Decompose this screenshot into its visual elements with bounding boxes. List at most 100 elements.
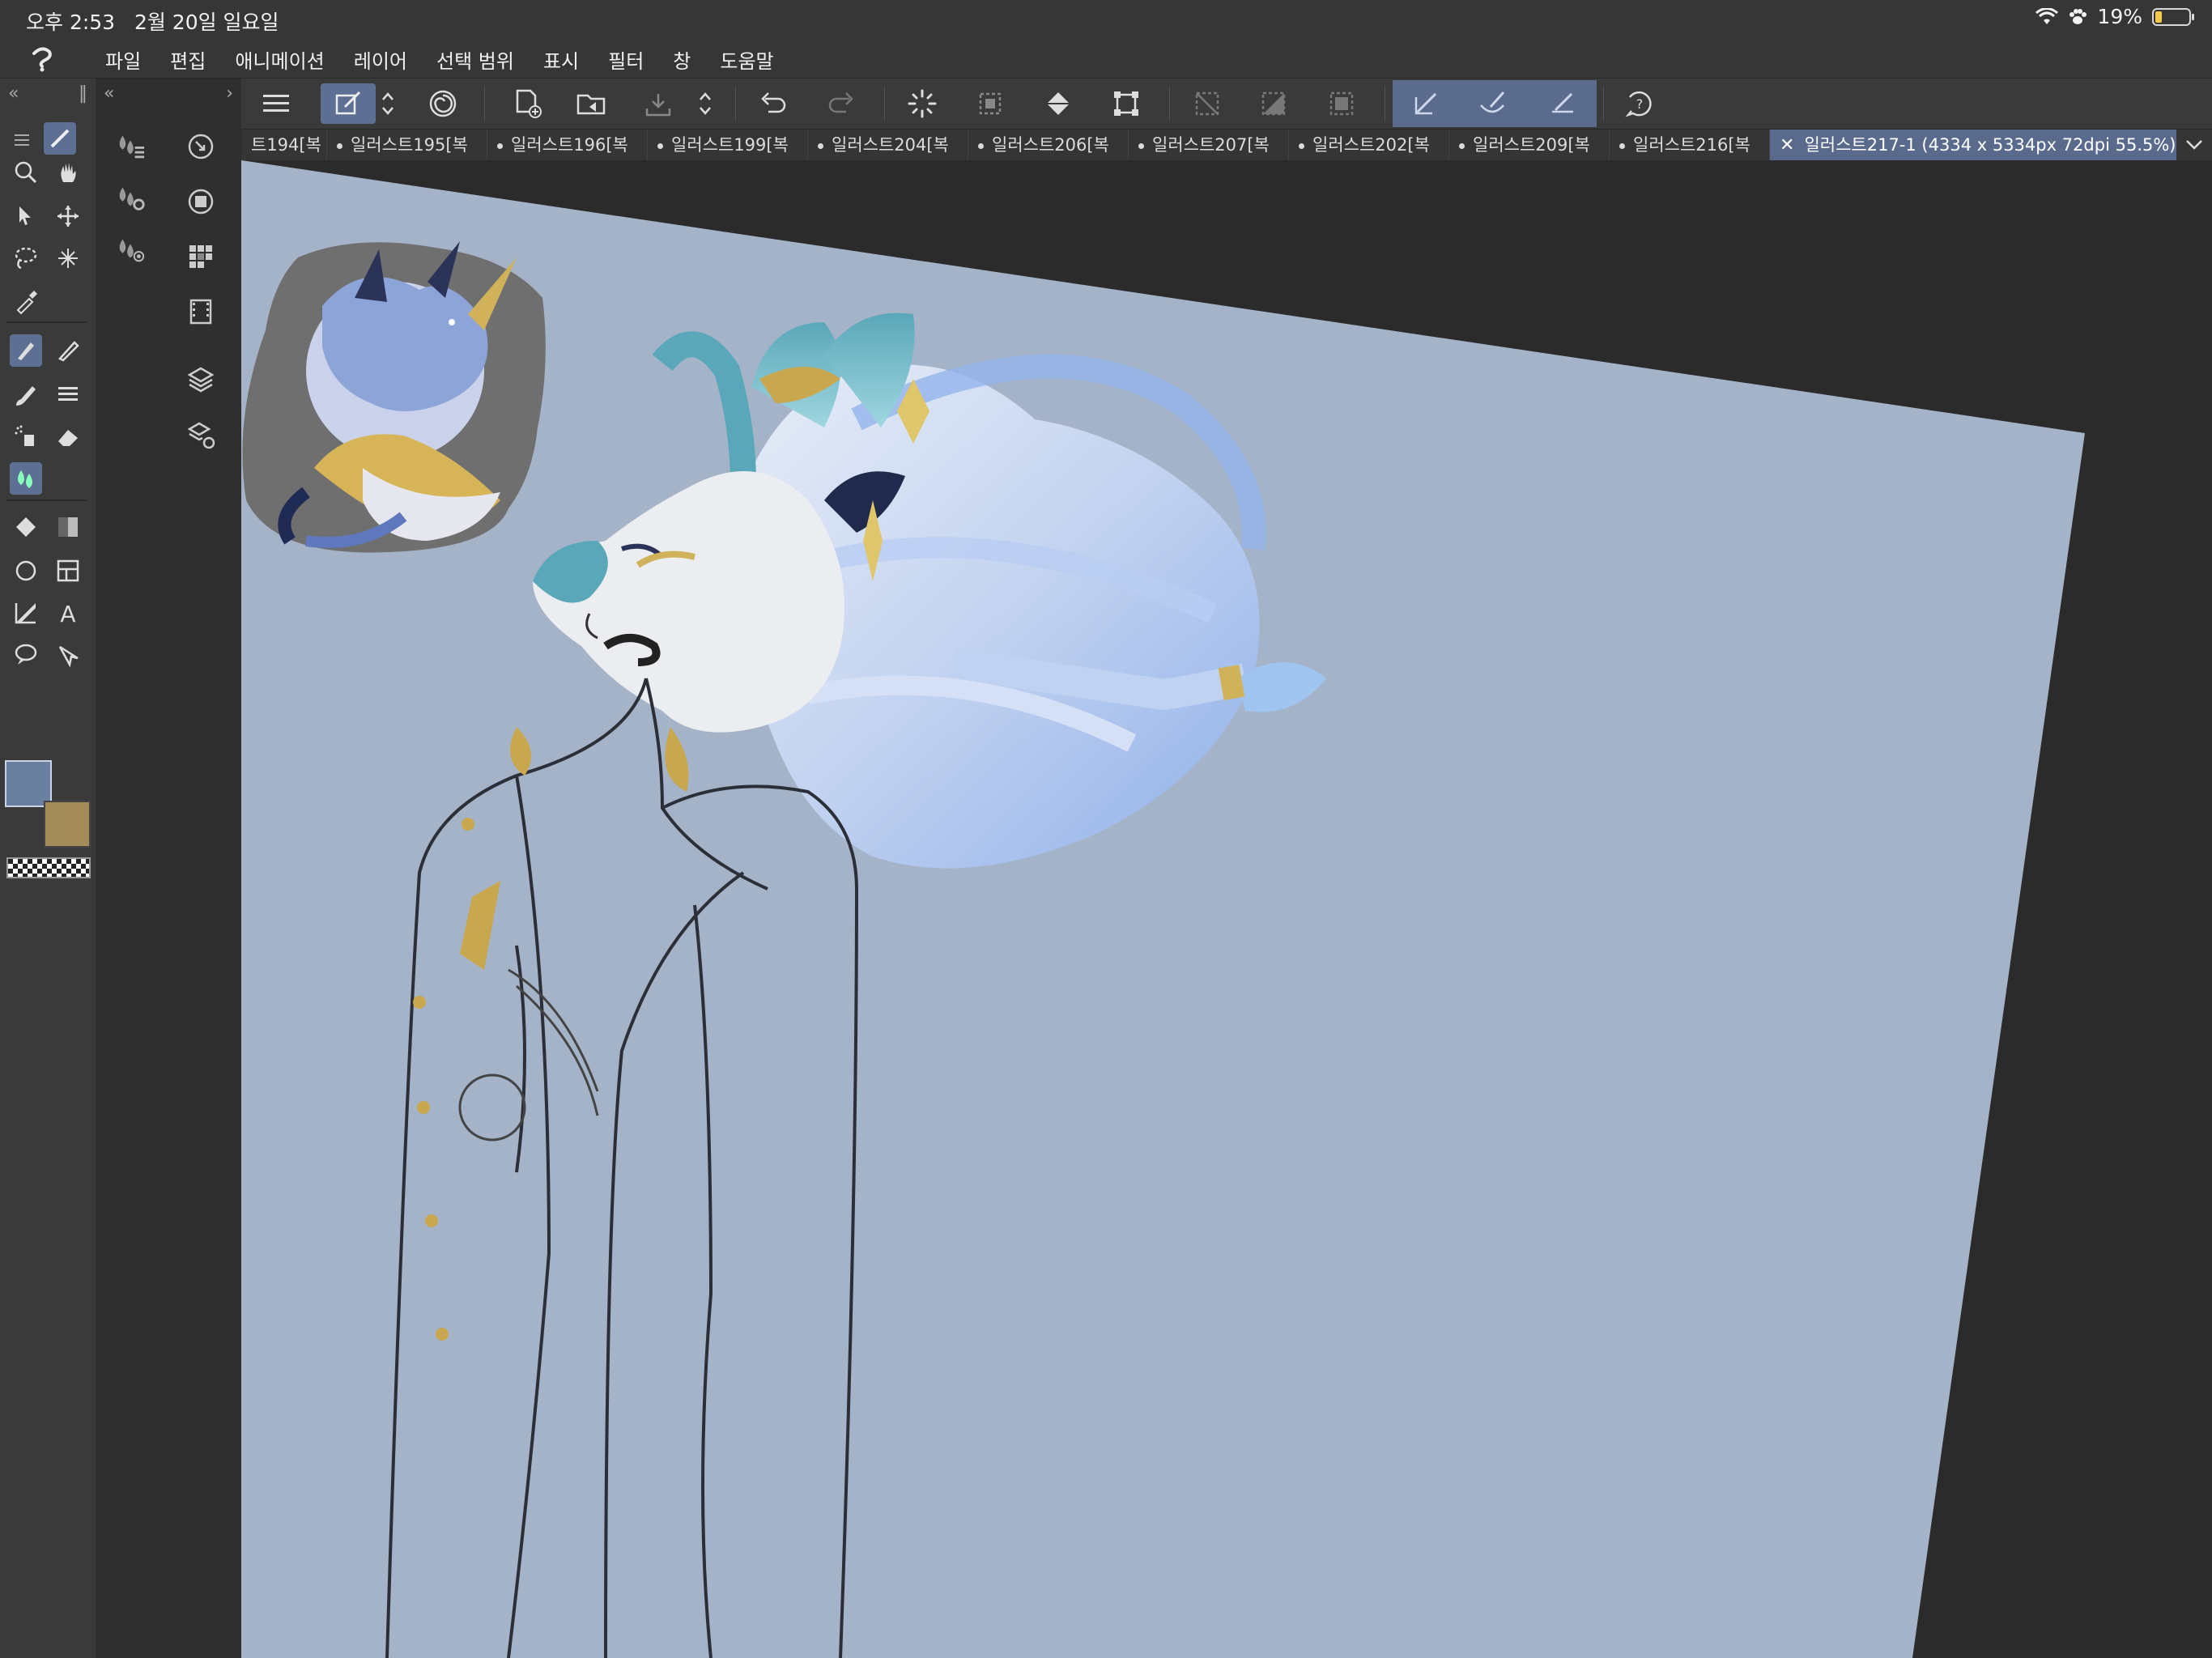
tool-move-layer-icon[interactable] (52, 200, 84, 232)
tool-lasso-select-icon[interactable] (10, 242, 42, 274)
document-tab[interactable]: 일러스트206[복 (968, 130, 1129, 160)
menu-list-icon[interactable] (6, 124, 39, 156)
canvas-area[interactable] (241, 160, 2212, 1658)
fill-bucket-icon[interactable] (1038, 83, 1078, 124)
open-folder-icon[interactable] (572, 83, 612, 124)
tool-ruler-icon[interactable] (10, 597, 42, 629)
deselect-icon[interactable] (1187, 83, 1227, 124)
tool-eraser-icon[interactable] (52, 420, 84, 453)
tool-text-icon[interactable]: A (52, 597, 84, 629)
menu-item[interactable]: 창 (658, 45, 705, 74)
document-tab-active[interactable]: ✕ 일러스트217-1 (4334 x 5334px 72dpi 55.5%) (1770, 130, 2184, 160)
transform-icon[interactable] (1106, 83, 1146, 124)
chevron-updown-icon[interactable] (376, 83, 400, 124)
invert-selection-icon[interactable] (1253, 83, 1294, 124)
sub-color-swatch[interactable] (44, 801, 91, 848)
unsaved-dot-icon (1459, 142, 1465, 149)
menu-item[interactable]: 편집 (155, 45, 220, 74)
status-time: 오후 2:53 2월 20일 일요일 (26, 11, 279, 34)
subtool-water-target-icon[interactable] (113, 234, 146, 266)
redo-icon[interactable] (821, 83, 861, 124)
tool-correct-line-icon[interactable] (52, 639, 84, 671)
document-tab[interactable]: 일러스트195[복 (327, 130, 487, 160)
tool-pencil-icon[interactable] (52, 334, 84, 367)
canvas-artwork[interactable] (241, 160, 2212, 1658)
tool-gradient-icon[interactable] (52, 511, 84, 543)
help-icon[interactable]: ? (1619, 83, 1660, 124)
tool-airbrush-icon[interactable] (10, 420, 42, 453)
command-bar: ? (0, 79, 2212, 130)
sub-tool-panel: « › (96, 79, 241, 1658)
reference-thumbnail[interactable] (242, 241, 546, 553)
spiral-icon[interactable] (423, 83, 463, 124)
select-all-icon[interactable] (1321, 83, 1362, 124)
document-tab[interactable]: 일러스트202[복 (1289, 130, 1449, 160)
tabs-dropdown-chevron-down-icon[interactable] (2176, 130, 2212, 160)
document-tab[interactable]: 일러스트207[복 (1129, 130, 1289, 160)
hamburger-menu-icon[interactable] (256, 83, 296, 124)
collapse-left-icon[interactable]: « (8, 83, 19, 104)
brush-curve-icon[interactable] (1472, 83, 1512, 124)
tool-eyedropper-icon[interactable] (10, 286, 42, 318)
save-icon[interactable] (638, 83, 678, 124)
document-tab-label: 일러스트195[복 (351, 135, 468, 155)
menu-item[interactable]: 도움말 (705, 45, 788, 74)
timeline-film-icon[interactable] (185, 295, 217, 328)
menu-item[interactable]: 애니메이션 (220, 45, 338, 74)
unsaved-dot-icon (1619, 142, 1625, 149)
tool-balloon-icon[interactable] (10, 639, 42, 671)
new-canvas-icon[interactable] (507, 83, 547, 124)
app-logo-icon[interactable] (28, 44, 57, 73)
tool-hand-icon[interactable] (52, 156, 84, 189)
pen-pressure-icon[interactable] (1542, 83, 1582, 124)
tool-panel: « ‖ A (0, 79, 96, 1658)
tool-operation-icon[interactable] (10, 200, 42, 232)
menu-item[interactable]: 표시 (529, 45, 593, 74)
document-tab[interactable]: 일러스트196[복 (487, 130, 648, 160)
document-tab[interactable]: 트194[복 (241, 130, 327, 160)
color-wheel-icon[interactable] (185, 185, 217, 218)
menu-item[interactable]: 필터 (593, 45, 658, 74)
document-tab[interactable]: 일러스트204[복 (808, 130, 968, 160)
document-tab-label: 일러스트217-1 (4334 x 5334px 72dpi 55.5%) (1804, 135, 2176, 155)
subtool-water-list-icon[interactable] (113, 130, 146, 163)
chevron-updown-icon[interactable] (693, 83, 717, 124)
subtool-water-settings-icon[interactable] (113, 182, 146, 215)
tool-figure-icon[interactable] (10, 555, 42, 587)
paw-icon (2068, 8, 2087, 26)
tool-magic-wand-icon[interactable] (52, 242, 84, 274)
color-set-icon[interactable] (185, 240, 217, 273)
menu-item[interactable]: 선택 범위 (422, 45, 529, 74)
layer-property-icon[interactable] (185, 419, 217, 451)
loading-sparkle-icon[interactable] (902, 83, 942, 124)
clear-selection-icon[interactable] (970, 83, 1010, 124)
transparent-color-swatch[interactable] (6, 857, 91, 878)
document-tab[interactable]: 일러스트199[복 (648, 130, 808, 160)
tool-fill-icon[interactable] (10, 511, 42, 543)
tool-zoom-icon[interactable] (10, 156, 42, 189)
undo-icon[interactable] (753, 83, 793, 124)
current-tool-pen-icon[interactable] (44, 122, 76, 155)
document-tab[interactable]: 일러스트209[복 (1449, 130, 1610, 160)
stabilization-icon[interactable] (1406, 83, 1446, 124)
collapse-left-icon[interactable]: « (104, 83, 114, 104)
tool-decoration-icon[interactable] (52, 378, 84, 410)
navigator-icon[interactable] (185, 130, 217, 163)
battery-icon (2152, 7, 2194, 26)
menu-item[interactable]: 파일 (91, 45, 155, 74)
layers-icon[interactable] (185, 363, 217, 396)
quick-access-brush-icon[interactable] (321, 83, 376, 124)
close-tab-icon[interactable]: ✕ (1780, 135, 1794, 155)
svg-text:?: ? (1636, 96, 1644, 112)
menu-item[interactable]: 레이어 (339, 45, 422, 74)
document-tab-label: 일러스트202[복 (1312, 135, 1430, 155)
panel-grip-icon[interactable]: ‖ (79, 83, 87, 104)
unsaved-dot-icon (337, 142, 342, 149)
battery-percent: 19% (2097, 5, 2142, 28)
expand-right-icon[interactable]: › (226, 83, 233, 104)
tool-blend-icon[interactable] (10, 462, 42, 495)
tool-brush-icon[interactable] (10, 378, 42, 410)
tool-pen-icon[interactable] (10, 334, 42, 367)
tool-frame-icon[interactable] (52, 555, 84, 587)
document-tab[interactable]: 일러스트216[복 (1610, 130, 1770, 160)
